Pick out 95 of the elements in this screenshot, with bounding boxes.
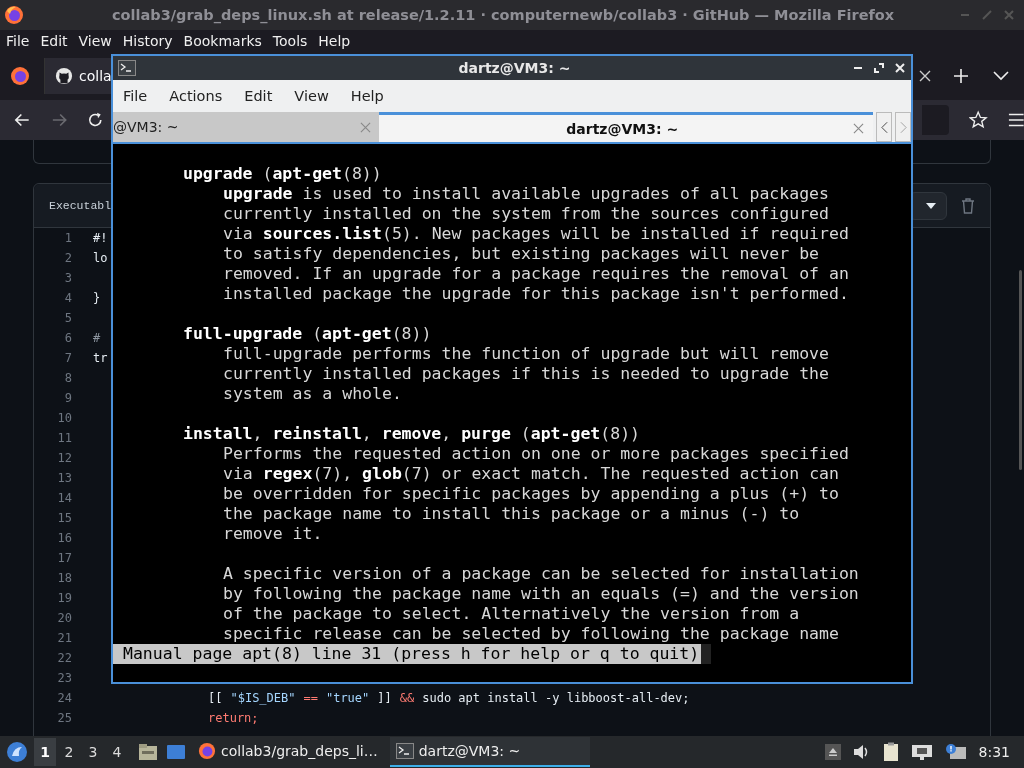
menu-item[interactable]: Edit — [40, 33, 68, 49]
line-number: 16 — [56, 531, 72, 545]
code-token: ]] — [377, 691, 392, 705]
line-number: 20 — [56, 611, 72, 625]
line-number: 23 — [56, 671, 72, 685]
man-heading: install, reinstall, remove, purge (apt-get(8)) — [182, 424, 642, 444]
add-icon[interactable] — [953, 68, 969, 84]
line-number: 18 — [56, 571, 72, 585]
code-token: [[ — [208, 691, 223, 705]
menu-item[interactable]: Help — [318, 33, 351, 49]
menu-item[interactable]: Bookmarks — [183, 33, 262, 49]
line-number: 13 — [56, 471, 72, 485]
line-number: 21 — [56, 631, 72, 645]
code-token: #! — [93, 231, 108, 245]
man-paragraph: full-upgrade performs the function of upgrade but will remove currently installed packages if this is needed to upgrade the system as a whole. — [223, 344, 830, 404]
browser-logo-icon — [198, 742, 216, 760]
cat-logo-icon — [55, 67, 73, 85]
code-token: "true" — [325, 691, 370, 705]
terminal-tab[interactable]: dartz@VM3: ~ — [379, 112, 874, 142]
menu-item[interactable]: Tools — [272, 33, 308, 49]
menu-item[interactable]: View — [294, 88, 329, 104]
code-token: "$IS_DEB" — [230, 691, 296, 705]
network-icon[interactable] — [910, 744, 933, 760]
line-number: 25 — [56, 711, 72, 725]
star-icon[interactable] — [969, 110, 988, 130]
code-token: tr — [93, 351, 108, 365]
code-token: == — [303, 691, 318, 705]
file-info-text: Executabl — [49, 199, 112, 212]
taskbar-task[interactable]: dartz@VM3: ~ — [389, 737, 590, 767]
terminal-tab[interactable]: @VM3: ~ — [113, 112, 380, 142]
window-title: dartz@VM3: ~ — [458, 60, 571, 76]
clock: 8:31 — [978, 744, 1010, 760]
desktop-icon[interactable] — [166, 743, 186, 761]
menu-item[interactable]: View — [78, 33, 112, 49]
menu-item[interactable]: Actions — [169, 88, 223, 104]
clipboard-icon[interactable] — [882, 742, 899, 762]
line-number: 3 — [63, 271, 72, 285]
man-paragraph: upgrade is used to install available upgrades of all packages currently installed on the system from the sources configured via sources.list(5). New packages will be installed if required to satisfy dependencies, but existing packages will never be removed. If an upgrade for a package requires the removal of an installed package the upgrade for this package isn't performed. — [223, 184, 850, 304]
menu-item[interactable]: File — [123, 88, 148, 104]
taskbar-task[interactable]: collab3/grab_deps_li… — [192, 737, 384, 767]
folder-icon[interactable] — [138, 743, 158, 761]
code-token: return; — [208, 711, 259, 725]
line-number: 2 — [63, 251, 72, 265]
line-number: 17 — [56, 551, 72, 565]
line-number: 22 — [56, 651, 72, 665]
man-paragraph: A specific version of a package can be selected for installation by following the package name with an equals (=) and the version of the package to select. Alternatively the version from a specific release can be selected by following the package name — [223, 564, 860, 644]
browser-logo-icon — [4, 5, 24, 25]
menu-item[interactable]: Edit — [244, 88, 273, 104]
line-number: 7 — [63, 351, 72, 365]
caret-down-icon — [926, 202, 936, 209]
line-number: 24 — [56, 691, 72, 705]
line-number: 5 — [63, 311, 72, 325]
man-heading: full-upgrade (apt-get(8)) — [182, 324, 433, 344]
trash-icon[interactable] — [961, 197, 975, 214]
back-icon[interactable] — [14, 111, 31, 129]
workspace-button[interactable]: 2 — [58, 738, 80, 766]
code-token: lo — [93, 251, 108, 265]
workspace-button[interactable]: 4 — [106, 738, 128, 766]
window-title: collab3/grab_deps_linux.sh at release/1.2.11 · computernewb/collab3 · GitHub — Mozilla Firefox — [112, 7, 895, 23]
line-number: 12 — [56, 451, 72, 465]
line-number: 8 — [63, 371, 72, 385]
line-number: 6 — [63, 331, 72, 345]
notification-icon[interactable] — [944, 743, 967, 761]
start-menu-icon[interactable] — [6, 741, 28, 763]
line-number: 1 — [63, 231, 72, 245]
code-token: && — [399, 691, 415, 705]
code-token: # — [93, 331, 101, 345]
line-number: 15 — [56, 511, 72, 525]
man-paragraph: Performs the requested action on one or more packages specified via regex(7), glob(7) or exact match. The requested action can be overridden for specific packages by appending a plus (+) to the package name to install this package or a minus (-) to remove it. — [223, 444, 850, 544]
line-number: 10 — [56, 411, 72, 425]
code-token: sudo apt install -y libboost-all-dev; — [422, 691, 690, 705]
chevron-left-icon[interactable] — [880, 120, 888, 134]
pager-status: Manual page apt(8) line 31 (press h for help or q to quit) — [113, 644, 702, 664]
man-heading: upgrade (apt-get(8)) — [182, 164, 383, 184]
text-cursor — [701, 644, 712, 664]
code-token: } — [93, 291, 101, 305]
line-number: 11 — [56, 431, 72, 445]
terminal-icon — [395, 743, 414, 759]
eject-icon[interactable] — [824, 744, 841, 760]
line-number: 4 — [63, 291, 72, 305]
line-number: 9 — [63, 391, 72, 405]
browser-logo-icon[interactable] — [10, 66, 30, 86]
line-number: 14 — [56, 491, 72, 505]
line-number: 19 — [56, 591, 72, 605]
menu-item[interactable]: Help — [350, 88, 384, 104]
menu-icon[interactable] — [1007, 112, 1024, 128]
menu-item[interactable]: File — [6, 33, 30, 49]
workspace-button[interactable]: 3 — [82, 738, 104, 766]
menu-item[interactable]: History — [122, 33, 173, 49]
reload-icon[interactable] — [87, 111, 104, 129]
workspace-button[interactable]: 1 — [34, 738, 56, 766]
scrollbar[interactable] — [1019, 270, 1022, 470]
browser-tab[interactable]: colla — [44, 58, 111, 94]
chevron-down-icon[interactable] — [993, 71, 1009, 81]
terminal-icon — [118, 60, 136, 76]
